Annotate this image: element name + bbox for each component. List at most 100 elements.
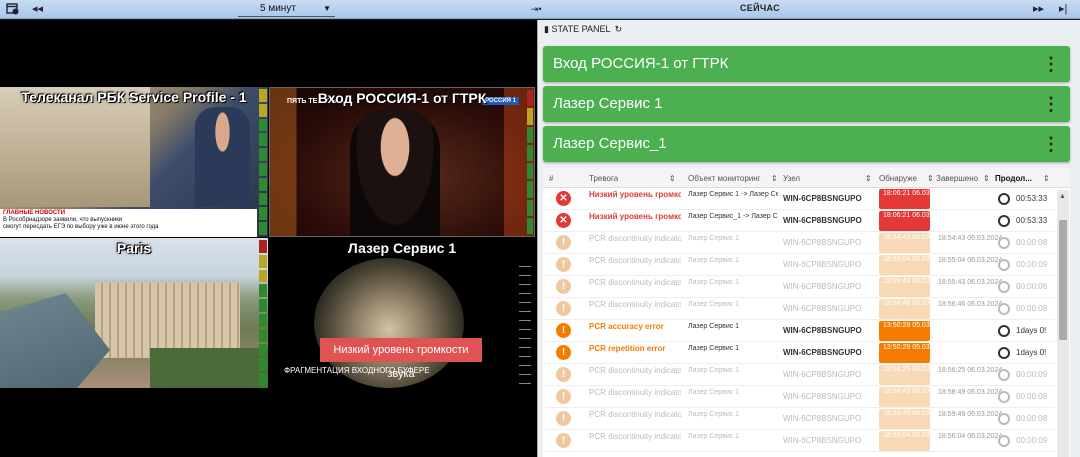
alarm-name: PCR discontinuity indicator — [589, 256, 681, 265]
detected-time: 18:59:49 06.03.2024 — [879, 409, 930, 429]
video-mosaic: Телеканал РБК Service Profile - 1 ГЛАВНЫ… — [0, 20, 537, 457]
calendar-clock-icon[interactable] — [6, 2, 19, 19]
detected-time: 18:58:49 06.03.2024 — [879, 387, 930, 407]
node-name: WIN-6CP8BSNGUPO — [783, 304, 862, 313]
river — [0, 293, 110, 388]
sort-icon[interactable]: ⇕ — [771, 174, 778, 183]
audio-meter — [526, 88, 534, 236]
state-card-laser1[interactable]: Лазер Сервис 1 ⋮ — [543, 86, 1070, 122]
clock-icon — [998, 325, 1010, 337]
table-row[interactable]: ! PCR discontinuity indicator Лазер Сервис… — [543, 386, 1055, 408]
sort-icon[interactable]: ⇕ — [927, 174, 934, 183]
video-tile-paris[interactable]: Paris — [0, 238, 268, 388]
news-caption-line2: смогут пересдать ЕГЭ по выбору уже в июн… — [3, 224, 159, 230]
table-row[interactable]: ! PCR discontinuity indicator Лазер Сервис… — [543, 254, 1055, 276]
table-row[interactable]: ! PCR discontinuity indicator Лазер Сервис… — [543, 408, 1055, 430]
sort-icon[interactable]: ⇕ — [669, 174, 676, 183]
scroll-up-icon[interactable]: ▲ — [1059, 193, 1066, 200]
error-icon: ✕ — [556, 191, 571, 206]
table-row[interactable]: ! PCR accuracy error Лазер Сервис 1 WIN-6CP… — [543, 320, 1055, 342]
monitored-object: Лазер Сервис 1 — [688, 367, 740, 374]
detected-time: 18:55:43 06.03.2024 — [879, 277, 930, 297]
more-vert-icon[interactable]: ⋮ — [1042, 86, 1060, 122]
duration: 00:00:09 — [1016, 304, 1048, 313]
warning-icon: ! — [556, 301, 571, 316]
monitored-object: Лазер Сервис 1 — [688, 323, 740, 330]
col-alarm[interactable]: Тревога — [589, 174, 618, 183]
table-row[interactable]: ! PCR discontinuity indicator Лазер Сервис… — [543, 430, 1055, 452]
duration: 00:00:09 — [1016, 436, 1048, 445]
warning-icon: ! — [556, 323, 571, 338]
news-caption: ГЛАВНЫЕ НОВОСТИ В Рособрнадзоре заявили,… — [0, 209, 257, 237]
state-panel-title: STATE PANEL — [551, 24, 611, 34]
table-row[interactable]: ✕ Низкий уровень громкости звука Лазер Сер… — [543, 188, 1055, 210]
alarm-name: PCR discontinuity indicator — [589, 388, 681, 397]
duration: 00:00:06 — [1016, 282, 1048, 291]
warning-icon: ! — [556, 235, 571, 250]
rewind-icon[interactable]: ◂◂ — [32, 2, 43, 16]
alarm-name: PCR discontinuity indicator — [589, 234, 681, 243]
audio-meter — [519, 258, 531, 386]
table-row[interactable]: ! PCR discontinuity indicator Лазер Сервис… — [543, 298, 1055, 320]
clock-icon — [998, 347, 1010, 359]
node-name: WIN-6CP8BSNGUPO — [783, 260, 862, 269]
trees — [150, 348, 268, 388]
col-finished[interactable]: Завершено — [936, 174, 978, 183]
state-card-russia1[interactable]: Вход РОССИЯ-1 от ГТРК ⋮ — [543, 46, 1070, 82]
warning-icon: ! — [556, 411, 571, 426]
warning-icon: ! — [556, 257, 571, 272]
duration: 00:53:33 — [1016, 194, 1048, 203]
col-detected[interactable]: Обнаруже — [879, 174, 927, 183]
video-tile-russia1[interactable]: ПЯТЬ ТЕСТОВ РОССИЯ 1 Вход РОССИЯ-1 от ГТ… — [269, 87, 535, 237]
detected-time: 13:50:28 05.03.2024 — [879, 343, 930, 363]
sort-icon[interactable]: ⇕ — [1043, 174, 1050, 183]
more-vert-icon[interactable]: ⋮ — [1042, 46, 1060, 82]
clock-icon — [998, 413, 1010, 425]
monitored-object: Лазер Сервис 1 -> Лазер Сервис 1; PID: 2… — [688, 191, 778, 198]
table-row[interactable]: ✕ Низкий уровень громкости звука Лазер Сер… — [543, 210, 1055, 232]
duration: 00:00:09 — [1016, 370, 1048, 379]
clock-icon — [998, 193, 1010, 205]
tile-title: Paris — [116, 240, 152, 256]
table-row[interactable]: ! PCR repetition error Лазер Сервис 1 WIN-6… — [543, 342, 1055, 364]
table-header: # Тревога ⇕ Объект мониторинг ⇕ Узел ⇕ О… — [543, 168, 1070, 188]
finished-time: 18:58:49 06.03.2024 — [938, 389, 1003, 396]
fast-forward-icon[interactable]: ▸▸ — [1033, 2, 1044, 16]
state-card-laser1b[interactable]: Лазер Сервис_1 ⋮ — [543, 126, 1070, 162]
detected-time: 18:56:46 06.03.2024 — [879, 299, 930, 319]
table-scrollbar[interactable]: ▲ — [1057, 190, 1069, 457]
sort-icon[interactable]: ⇕ — [983, 174, 990, 183]
finished-time: 18:56:46 06.03.2024 — [938, 301, 1003, 308]
duration: 00:00:08 — [1016, 414, 1048, 423]
warning-icon: ! — [556, 279, 571, 294]
table-row[interactable]: ! PCR discontinuity indicator Лазер Сервис… — [543, 364, 1055, 386]
alarm-name: PCR discontinuity indicator — [589, 366, 681, 375]
scroll-thumb[interactable] — [1059, 220, 1067, 340]
more-vert-icon[interactable]: ⋮ — [1042, 126, 1060, 162]
warning-icon: ! — [556, 433, 571, 448]
alarm-name: PCR discontinuity indicator — [589, 410, 681, 419]
refresh-icon[interactable]: ↻ — [615, 24, 623, 34]
duration: 00:00:08 — [1016, 392, 1048, 401]
col-num[interactable]: # — [549, 174, 553, 183]
col-duration[interactable]: Продол... — [995, 174, 1032, 183]
node-name: WIN-6CP8BSNGUPO — [783, 282, 862, 291]
jump-end-icon[interactable]: ▸| — [1059, 2, 1067, 16]
col-object[interactable]: Объект мониторинг — [688, 174, 770, 183]
video-tile-rbk[interactable]: Телеканал РБК Service Profile - 1 ГЛАВНЫ… — [0, 87, 268, 237]
jump-now-icon[interactable]: ⇥• — [531, 2, 542, 16]
error-icon: ✕ — [556, 213, 571, 228]
table-row[interactable]: ! PCR discontinuity indicator Лазер Сервис… — [543, 276, 1055, 298]
table-row[interactable]: ! PCR discontinuity indicator Лазер Сервис… — [543, 232, 1055, 254]
state-card-label: Лазер Сервис 1 — [553, 95, 663, 112]
alarm-name: PCR discontinuity indicator — [589, 432, 681, 441]
video-tile-laser[interactable]: Лазер Сервис 1 Низкий уровень громкости … — [269, 238, 535, 388]
sort-icon[interactable]: ⇕ — [865, 174, 872, 183]
video-frame-left — [0, 87, 150, 207]
interval-select[interactable]: 5 минут ▼ — [238, 1, 335, 17]
traffic-light-icon: ▮ — [544, 24, 549, 34]
alarm-name: Низкий уровень громкости звука — [589, 190, 681, 199]
finished-time: 18:55:04 06.03.2024 — [938, 257, 1003, 264]
col-node[interactable]: Узел — [783, 174, 800, 183]
clock-icon — [998, 303, 1010, 315]
